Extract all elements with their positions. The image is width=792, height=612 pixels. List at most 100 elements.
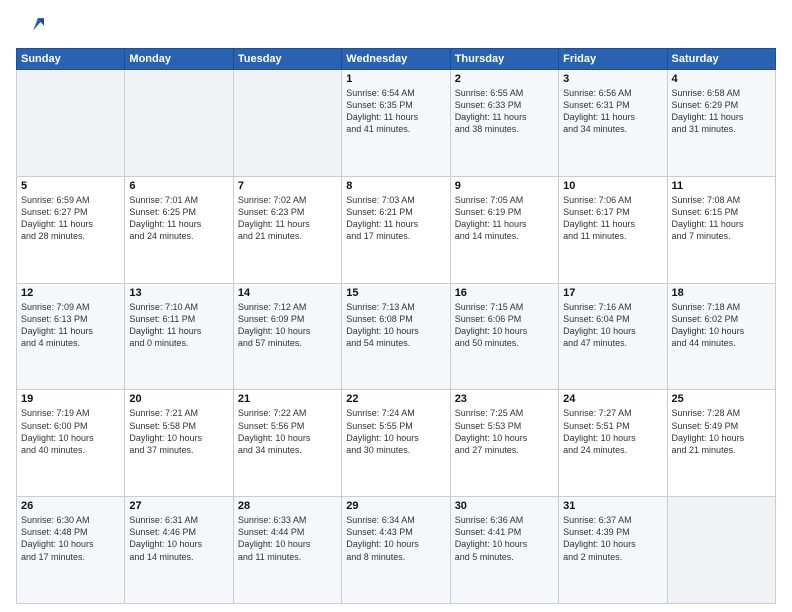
calendar-cell: 24 Sunrise: 7:27 AM Sunset: 5:51 PM Dayli… xyxy=(559,390,667,497)
calendar-day-header: Friday xyxy=(559,49,667,70)
calendar-header-row: SundayMondayTuesdayWednesdayThursdayFrid… xyxy=(17,49,776,70)
calendar-cell: 9 Sunrise: 7:05 AM Sunset: 6:19 PM Daylig… xyxy=(450,176,558,283)
cell-content: Sunrise: 7:13 AM Sunset: 6:08 PM Dayligh… xyxy=(346,301,445,350)
calendar-week-row: 1Sunrise: 6:54 AM Sunset: 6:35 PM Daylig… xyxy=(17,70,776,177)
cell-content: Sunrise: 7:21 AM Sunset: 5:58 PM Dayligh… xyxy=(129,407,228,456)
day-number: 28 xyxy=(238,500,337,512)
cell-content: Sunrise: 6:30 AM Sunset: 4:48 PM Dayligh… xyxy=(21,514,120,563)
cell-content: Sunrise: 7:16 AM Sunset: 6:04 PM Dayligh… xyxy=(563,301,662,350)
cell-content: Sunrise: 7:06 AM Sunset: 6:17 PM Dayligh… xyxy=(563,194,662,243)
calendar-cell: 26 Sunrise: 6:30 AM Sunset: 4:48 PM Dayli… xyxy=(17,497,125,604)
calendar-cell: 27 Sunrise: 6:31 AM Sunset: 4:46 PM Dayli… xyxy=(125,497,233,604)
day-number: 17 xyxy=(563,287,662,299)
calendar-cell xyxy=(125,70,233,177)
calendar: SundayMondayTuesdayWednesdayThursdayFrid… xyxy=(16,48,776,604)
day-number: 1 xyxy=(346,73,445,85)
day-number: 21 xyxy=(238,393,337,405)
calendar-cell: 1Sunrise: 6:54 AM Sunset: 6:35 PM Daylig… xyxy=(342,70,450,177)
calendar-cell: 3 Sunrise: 6:56 AM Sunset: 6:31 PM Daylig… xyxy=(559,70,667,177)
calendar-cell: 2Sunrise: 6:55 AM Sunset: 6:33 PM Daylig… xyxy=(450,70,558,177)
calendar-day-header: Monday xyxy=(125,49,233,70)
day-number: 13 xyxy=(129,287,228,299)
calendar-cell: 28 Sunrise: 6:33 AM Sunset: 4:44 PM Dayli… xyxy=(233,497,341,604)
calendar-cell: 17 Sunrise: 7:16 AM Sunset: 6:04 PM Dayli… xyxy=(559,283,667,390)
calendar-cell: 14 Sunrise: 7:12 AM Sunset: 6:09 PM Dayli… xyxy=(233,283,341,390)
cell-content: Sunrise: 6:34 AM Sunset: 4:43 PM Dayligh… xyxy=(346,514,445,563)
calendar-cell xyxy=(233,70,341,177)
day-number: 9 xyxy=(455,180,554,192)
day-number: 18 xyxy=(672,287,771,299)
cell-content: Sunrise: 6:59 AM Sunset: 6:27 PM Dayligh… xyxy=(21,194,120,243)
cell-content: Sunrise: 6:37 AM Sunset: 4:39 PM Dayligh… xyxy=(563,514,662,563)
day-number: 5 xyxy=(21,180,120,192)
cell-content: Sunrise: 6:33 AM Sunset: 4:44 PM Dayligh… xyxy=(238,514,337,563)
calendar-cell: 7 Sunrise: 7:02 AM Sunset: 6:23 PM Daylig… xyxy=(233,176,341,283)
calendar-day-header: Wednesday xyxy=(342,49,450,70)
cell-content: Sunrise: 7:15 AM Sunset: 6:06 PM Dayligh… xyxy=(455,301,554,350)
calendar-day-header: Thursday xyxy=(450,49,558,70)
cell-content: Sunrise: 7:12 AM Sunset: 6:09 PM Dayligh… xyxy=(238,301,337,350)
cell-content: Sunrise: 7:24 AM Sunset: 5:55 PM Dayligh… xyxy=(346,407,445,456)
cell-content: Sunrise: 7:27 AM Sunset: 5:51 PM Dayligh… xyxy=(563,407,662,456)
day-number: 20 xyxy=(129,393,228,405)
day-number: 12 xyxy=(21,287,120,299)
cell-content: Sunrise: 7:09 AM Sunset: 6:13 PM Dayligh… xyxy=(21,301,120,350)
day-number: 2 xyxy=(455,73,554,85)
cell-content: Sunrise: 7:10 AM Sunset: 6:11 PM Dayligh… xyxy=(129,301,228,350)
calendar-cell: 16 Sunrise: 7:15 AM Sunset: 6:06 PM Dayli… xyxy=(450,283,558,390)
day-number: 15 xyxy=(346,287,445,299)
cell-content: Sunrise: 7:01 AM Sunset: 6:25 PM Dayligh… xyxy=(129,194,228,243)
day-number: 8 xyxy=(346,180,445,192)
day-number: 6 xyxy=(129,180,228,192)
day-number: 25 xyxy=(672,393,771,405)
calendar-cell: 25 Sunrise: 7:28 AM Sunset: 5:49 PM Dayli… xyxy=(667,390,775,497)
calendar-cell: 6 Sunrise: 7:01 AM Sunset: 6:25 PM Daylig… xyxy=(125,176,233,283)
cell-content: Sunrise: 7:05 AM Sunset: 6:19 PM Dayligh… xyxy=(455,194,554,243)
calendar-day-header: Sunday xyxy=(17,49,125,70)
cell-content: Sunrise: 7:03 AM Sunset: 6:21 PM Dayligh… xyxy=(346,194,445,243)
cell-content: Sunrise: 6:31 AM Sunset: 4:46 PM Dayligh… xyxy=(129,514,228,563)
calendar-cell xyxy=(17,70,125,177)
logo-icon xyxy=(16,12,44,40)
day-number: 7 xyxy=(238,180,337,192)
calendar-week-row: 19 Sunrise: 7:19 AM Sunset: 6:00 PM Dayli… xyxy=(17,390,776,497)
calendar-cell: 19 Sunrise: 7:19 AM Sunset: 6:00 PM Dayli… xyxy=(17,390,125,497)
day-number: 14 xyxy=(238,287,337,299)
header xyxy=(16,12,776,40)
day-number: 11 xyxy=(672,180,771,192)
calendar-cell: 29Sunrise: 6:34 AM Sunset: 4:43 PM Dayli… xyxy=(342,497,450,604)
day-number: 19 xyxy=(21,393,120,405)
calendar-cell: 13 Sunrise: 7:10 AM Sunset: 6:11 PM Dayli… xyxy=(125,283,233,390)
day-number: 24 xyxy=(563,393,662,405)
day-number: 31 xyxy=(563,500,662,512)
cell-content: Sunrise: 7:28 AM Sunset: 5:49 PM Dayligh… xyxy=(672,407,771,456)
calendar-cell: 23Sunrise: 7:25 AM Sunset: 5:53 PM Dayli… xyxy=(450,390,558,497)
calendar-cell: 30Sunrise: 6:36 AM Sunset: 4:41 PM Dayli… xyxy=(450,497,558,604)
cell-content: Sunrise: 7:08 AM Sunset: 6:15 PM Dayligh… xyxy=(672,194,771,243)
calendar-cell: 8 Sunrise: 7:03 AM Sunset: 6:21 PM Daylig… xyxy=(342,176,450,283)
calendar-day-header: Tuesday xyxy=(233,49,341,70)
calendar-cell: 12 Sunrise: 7:09 AM Sunset: 6:13 PM Dayli… xyxy=(17,283,125,390)
page: SundayMondayTuesdayWednesdayThursdayFrid… xyxy=(0,0,792,612)
cell-content: Sunrise: 6:58 AM Sunset: 6:29 PM Dayligh… xyxy=(672,87,771,136)
calendar-cell: 20 Sunrise: 7:21 AM Sunset: 5:58 PM Dayli… xyxy=(125,390,233,497)
cell-content: Sunrise: 7:02 AM Sunset: 6:23 PM Dayligh… xyxy=(238,194,337,243)
calendar-cell: 21Sunrise: 7:22 AM Sunset: 5:56 PM Dayli… xyxy=(233,390,341,497)
cell-content: Sunrise: 6:56 AM Sunset: 6:31 PM Dayligh… xyxy=(563,87,662,136)
day-number: 16 xyxy=(455,287,554,299)
calendar-cell: 10Sunrise: 7:06 AM Sunset: 6:17 PM Dayli… xyxy=(559,176,667,283)
logo xyxy=(16,12,48,40)
day-number: 26 xyxy=(21,500,120,512)
cell-content: Sunrise: 7:19 AM Sunset: 6:00 PM Dayligh… xyxy=(21,407,120,456)
calendar-cell xyxy=(667,497,775,604)
calendar-cell: 18Sunrise: 7:18 AM Sunset: 6:02 PM Dayli… xyxy=(667,283,775,390)
calendar-week-row: 12 Sunrise: 7:09 AM Sunset: 6:13 PM Dayli… xyxy=(17,283,776,390)
calendar-week-row: 5 Sunrise: 6:59 AM Sunset: 6:27 PM Daylig… xyxy=(17,176,776,283)
day-number: 3 xyxy=(563,73,662,85)
calendar-cell: 22Sunrise: 7:24 AM Sunset: 5:55 PM Dayli… xyxy=(342,390,450,497)
calendar-week-row: 26 Sunrise: 6:30 AM Sunset: 4:48 PM Dayli… xyxy=(17,497,776,604)
calendar-cell: 5 Sunrise: 6:59 AM Sunset: 6:27 PM Daylig… xyxy=(17,176,125,283)
day-number: 27 xyxy=(129,500,228,512)
calendar-cell: 11 Sunrise: 7:08 AM Sunset: 6:15 PM Dayli… xyxy=(667,176,775,283)
day-number: 4 xyxy=(672,73,771,85)
